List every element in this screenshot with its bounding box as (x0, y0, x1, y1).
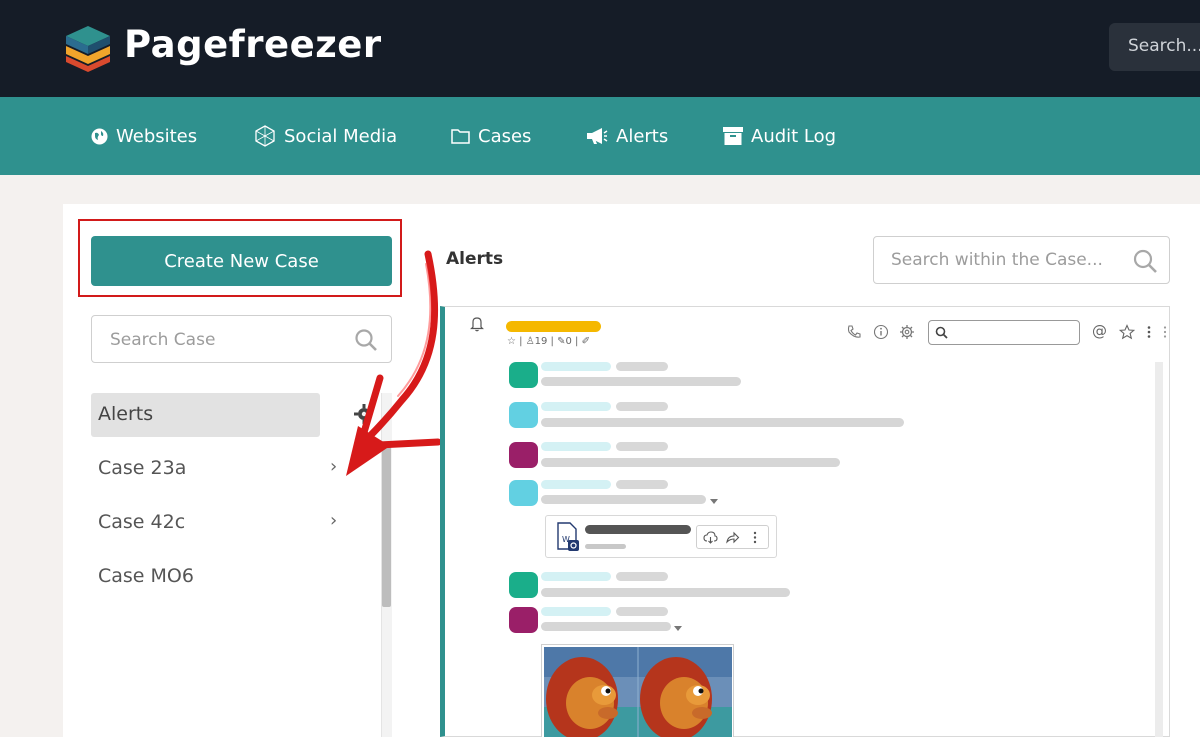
message-text (541, 377, 741, 386)
search-within-case-input[interactable]: Search within the Case... (873, 236, 1170, 284)
nav-item-websites[interactable]: Websites (91, 124, 197, 148)
image-attachment[interactable] (541, 644, 734, 737)
archive-box-icon (723, 127, 743, 145)
file-size (585, 544, 626, 549)
nav-item-alerts[interactable]: Alerts (586, 124, 668, 148)
nav-label-websites: Websites (116, 125, 198, 147)
mention-icon[interactable]: @ (1092, 322, 1107, 340)
page-title: Alerts (446, 249, 504, 269)
message-timestamp (616, 572, 668, 581)
global-search-input[interactable]: Search... (1109, 23, 1200, 71)
message-author (541, 607, 611, 616)
search-case-placeholder: Search Case (110, 330, 216, 350)
message-author (541, 480, 611, 489)
phone-icon[interactable] (846, 324, 862, 340)
nav-label-audit-log: Audit Log (751, 125, 837, 147)
case-item-case-42c[interactable]: Case 42c (91, 501, 320, 545)
download-icon[interactable] (703, 530, 718, 545)
file-name (585, 525, 691, 534)
message-timestamp (616, 442, 668, 451)
message-timestamp (616, 480, 668, 489)
search-icon (935, 326, 948, 339)
case-item-alerts[interactable]: Alerts (91, 393, 320, 437)
settings-gear-icon[interactable] (899, 324, 915, 340)
megaphone-icon (587, 128, 608, 144)
red-annotation-arrow (346, 250, 442, 476)
message-timestamp (616, 607, 668, 616)
conversation-scrollbar[interactable] (1155, 362, 1163, 737)
chevron-right-icon[interactable]: › (330, 456, 337, 477)
avatar (509, 572, 538, 598)
message-timestamp (616, 402, 668, 411)
avatar (509, 402, 538, 428)
message-timestamp (616, 362, 668, 371)
message-text (541, 458, 840, 467)
folder-icon (451, 129, 470, 144)
nav-item-audit-log[interactable]: Audit Log (723, 124, 836, 148)
channel-stats: ☆ | ♙19 | ✎0 | ✐ (507, 336, 590, 347)
search-within-placeholder: Search within the Case... (891, 250, 1103, 270)
share-icon[interactable] (725, 530, 740, 545)
message-author (541, 402, 611, 411)
more-vertical-icon[interactable] (1161, 324, 1167, 340)
avatar (509, 480, 538, 506)
more-vertical-icon[interactable] (1143, 324, 1159, 340)
meme-thumbnail-image (544, 647, 732, 737)
case-item-case-23a[interactable]: Case 23a (91, 447, 320, 491)
nav-item-cases[interactable]: Cases (451, 124, 531, 148)
message-text (541, 495, 706, 504)
file-icon: W (557, 522, 579, 551)
globe-icon (91, 128, 108, 144)
message-author (541, 362, 611, 371)
avatar (509, 607, 538, 633)
chevron-right-icon[interactable]: › (330, 510, 337, 531)
star-icon[interactable] (1119, 324, 1135, 340)
message-author (541, 442, 611, 451)
bell-icon[interactable] (470, 316, 484, 332)
message-text (541, 418, 904, 427)
pagefreezer-logo-icon (66, 26, 110, 72)
search-icon (1133, 249, 1157, 273)
nav-label-alerts: Alerts (616, 125, 669, 147)
main-nav: Websites Social Media Cases Alerts Audit… (0, 97, 1200, 175)
message-text (541, 622, 671, 631)
nav-label-social-media: Social Media (284, 125, 398, 147)
file-actions (696, 525, 769, 549)
message-text (541, 588, 790, 597)
nav-label-cases: Cases (478, 125, 532, 147)
avatar (509, 362, 538, 388)
message-author (541, 572, 611, 581)
channel-tag (506, 321, 601, 332)
brand-name: Pagefreezer (124, 23, 382, 66)
expand-caret-icon[interactable] (710, 499, 718, 504)
case-item-case-mo6[interactable]: Case MO6 (91, 555, 320, 599)
nav-item-social-media[interactable]: Social Media (254, 124, 397, 148)
more-vertical-icon[interactable] (749, 530, 761, 545)
expand-caret-icon[interactable] (674, 626, 682, 631)
conversation-search-input[interactable] (928, 320, 1080, 345)
top-bar: Pagefreezer Search... (0, 0, 1200, 97)
info-icon[interactable] (873, 324, 889, 340)
avatar (509, 442, 538, 468)
network-icon (255, 125, 275, 147)
